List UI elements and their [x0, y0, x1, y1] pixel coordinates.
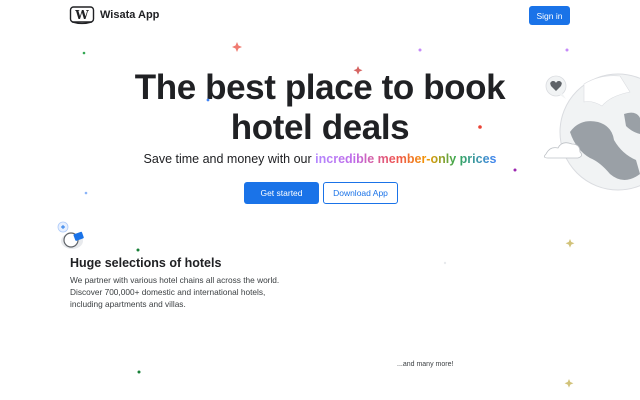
download-app-button[interactable]: Download App — [323, 182, 398, 204]
confetti-dot — [565, 48, 569, 52]
get-started-button[interactable]: Get started — [244, 182, 319, 204]
features-line-3: including apartments and villas. — [70, 299, 186, 309]
hero-subtitle-highlight: incredible member-only prices — [315, 152, 497, 166]
confetti-dot — [84, 191, 88, 195]
globe-illustration — [544, 73, 640, 191]
wisata-logo-icon: W — [69, 6, 95, 25]
confetti-dot — [136, 248, 140, 252]
sparkle-icon — [232, 42, 242, 52]
mascot-illustration — [57, 221, 84, 249]
sparkle-icon — [564, 379, 574, 388]
sign-in-button[interactable]: Sign in — [529, 6, 570, 25]
confetti-dot — [443, 261, 447, 265]
confetti-dot — [137, 370, 141, 374]
features-line-2: Discover 700,000+ domestic and internati… — [70, 287, 266, 297]
confetti-dot — [82, 51, 86, 55]
svg-text:W: W — [74, 8, 89, 22]
decoration-layer — [82, 42, 575, 388]
confetti-dot — [418, 48, 422, 52]
features-description: We partner with various hotel chains all… — [70, 274, 300, 310]
app-name: Wisata App — [100, 9, 160, 21]
sparkle-icon — [565, 239, 575, 248]
brand-logo[interactable]: W Wisata App — [69, 5, 159, 25]
top-nav: W Wisata App Sign in — [0, 0, 640, 32]
confetti-dot — [513, 168, 517, 172]
hero-subtitle-text: Save time and money with our — [143, 152, 316, 166]
features-title: Huge selections of hotels — [70, 256, 222, 270]
heart-bubble-icon — [545, 75, 567, 99]
features-line-1: We partner with various hotel chains all… — [70, 275, 280, 285]
many-more-label: ...and many more! — [397, 361, 454, 368]
